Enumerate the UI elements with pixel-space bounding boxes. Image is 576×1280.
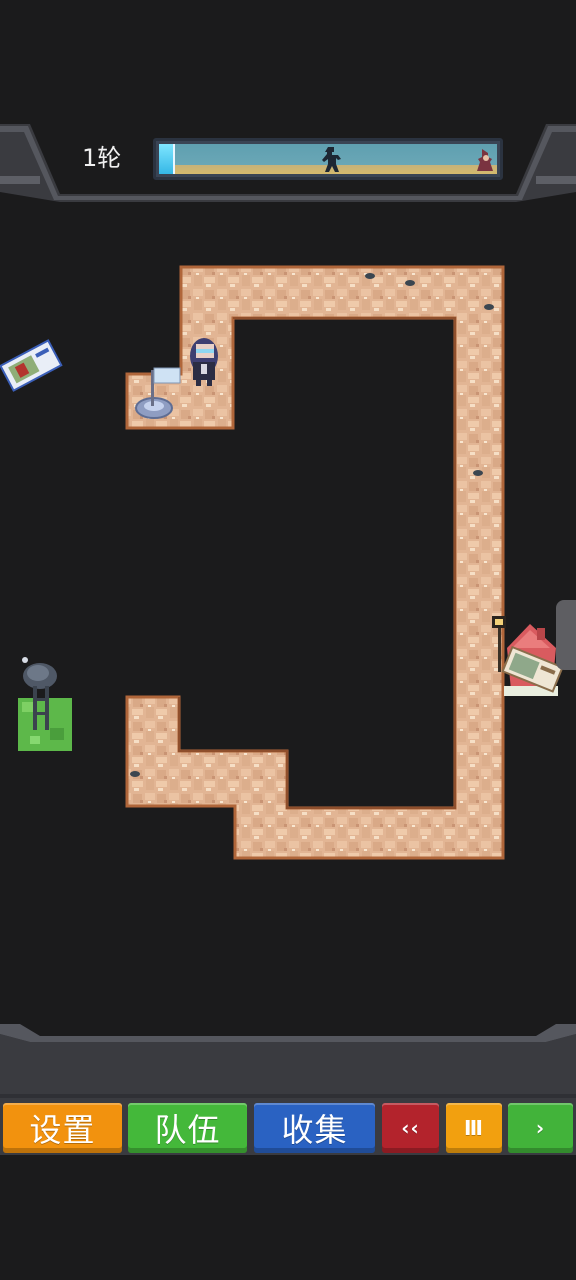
speed-up-button[interactable]: › [508,1103,573,1153]
loop-path [125,265,505,860]
collection-button[interactable]: 收集 [254,1103,375,1153]
team-button[interactable]: 队伍 [128,1103,247,1153]
side-drawer-handle[interactable] [556,600,576,670]
settings-button[interactable]: 设置 [3,1103,122,1153]
radar-watchtower[interactable] [18,657,72,751]
hero-character[interactable] [190,338,218,386]
card-pickup[interactable] [0,339,63,392]
slow-down-button[interactable]: ‹‹ [382,1103,439,1153]
pause-button[interactable]: Ⅲ [446,1103,502,1153]
